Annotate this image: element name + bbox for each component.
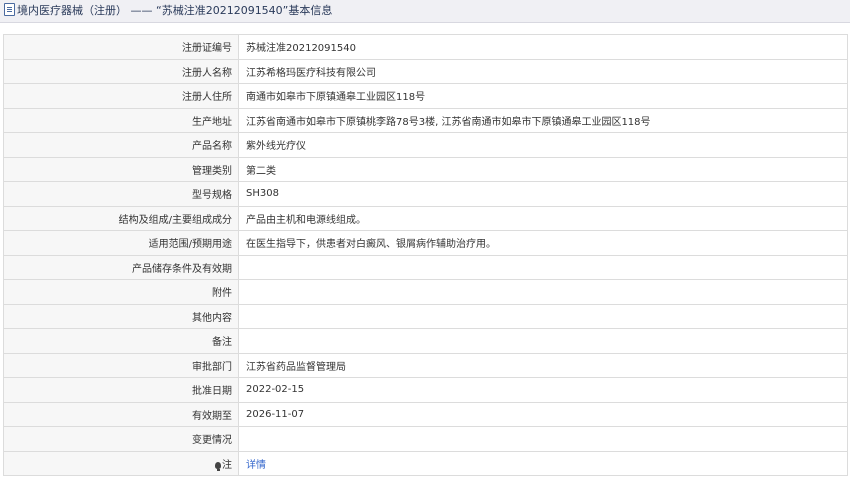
field-value [238,303,848,329]
table-row: 其他内容 [3,303,848,329]
table-row: 变更情况 [3,426,848,452]
field-value: 2026-11-07 [238,401,848,427]
field-value: 产品由主机和电源线组成。 [238,205,848,231]
field-value: 紫外线光疗仪 [238,132,848,158]
field-value [238,254,848,280]
table-row: 结构及组成/主要组成成分 产品由主机和电源线组成。 [3,205,848,231]
table-row: 有效期至 2026-11-07 [3,401,848,427]
table-row: 产品储存条件及有效期 [3,254,848,280]
page-title-bar: 境内医疗器械（注册） —— “苏械注准20212091540”基本信息 [0,0,850,23]
category-title: 境内医疗器械（注册） [17,4,127,17]
table-row: 生产地址 江苏省南通市如皋市下原镇桃李路78号3楼, 江苏省南通市如皋市下原镇通皋… [3,107,848,133]
table-row: 注册证编号 苏械注准20212091540 [3,34,848,60]
field-value: 第二类 [238,156,848,182]
table-row: 管理类别 第二类 [3,156,848,182]
table-row: 附件 [3,279,848,305]
details-link[interactable]: 详情 [246,460,266,471]
bulb-icon [215,461,221,471]
field-label: 管理类别 [3,156,239,182]
note-label: 注 [222,459,232,471]
field-value: 江苏希格玛医疗科技有限公司 [238,58,848,84]
field-label: 注册人名称 [3,58,239,84]
table-row: 产品名称 紫外线光疗仪 [3,132,848,158]
detail-table: 注册证编号 苏械注准20212091540 注册人名称 江苏希格玛医疗科技有限公司 … [3,34,848,476]
field-label: 注册证编号 [3,34,239,60]
field-label: 附件 [3,279,239,305]
field-value: 在医生指导下，供患者对白癜风、银屑病作辅助治疗用。 [238,230,848,256]
table-row: 审批部门 江苏省药品监督管理局 [3,352,848,378]
table-row: 适用范围/预期用途 在医生指导下，供患者对白癜风、银屑病作辅助治疗用。 [3,230,848,256]
detail-container: 注册证编号 苏械注准20212091540 注册人名称 江苏希格玛医疗科技有限公司 … [0,23,850,476]
note-label-cell: 注 [3,450,239,476]
table-row: 注册人住所 南通市如皋市下原镇通皋工业园区118号 [3,83,848,109]
table-row: 批准日期 2022-02-15 [3,377,848,403]
field-label: 产品名称 [3,132,239,158]
field-value: SH308 [238,181,848,207]
field-label: 有效期至 [3,401,239,427]
note-row: 注 详情 [3,450,848,476]
table-row: 注册人名称 江苏希格玛医疗科技有限公司 [3,58,848,84]
field-value: 2022-02-15 [238,377,848,403]
field-label: 其他内容 [3,303,239,329]
table-row: 型号规格 SH308 [3,181,848,207]
field-label: 生产地址 [3,107,239,133]
field-value: 江苏省药品监督管理局 [238,352,848,378]
field-value [238,279,848,305]
field-label: 变更情况 [3,426,239,452]
field-value: 江苏省南通市如皋市下原镇桃李路78号3楼, 江苏省南通市如皋市下原镇通皋工业园区… [238,107,848,133]
field-label: 注册人住所 [3,83,239,109]
field-label: 审批部门 [3,352,239,378]
field-label: 型号规格 [3,181,239,207]
record-title: “苏械注准20212091540”基本信息 [156,4,333,17]
field-value [238,328,848,354]
field-value: 南通市如皋市下原镇通皋工业园区118号 [238,83,848,109]
note-value-cell: 详情 [238,450,848,476]
field-value [238,426,848,452]
field-value: 苏械注准20212091540 [238,34,848,60]
field-label: 批准日期 [3,377,239,403]
field-label: 适用范围/预期用途 [3,230,239,256]
table-row: 备注 [3,328,848,354]
title-separator: —— [130,4,153,17]
field-label: 产品储存条件及有效期 [3,254,239,280]
field-label: 备注 [3,328,239,354]
field-label: 结构及组成/主要组成成分 [3,205,239,231]
document-icon [4,3,15,16]
